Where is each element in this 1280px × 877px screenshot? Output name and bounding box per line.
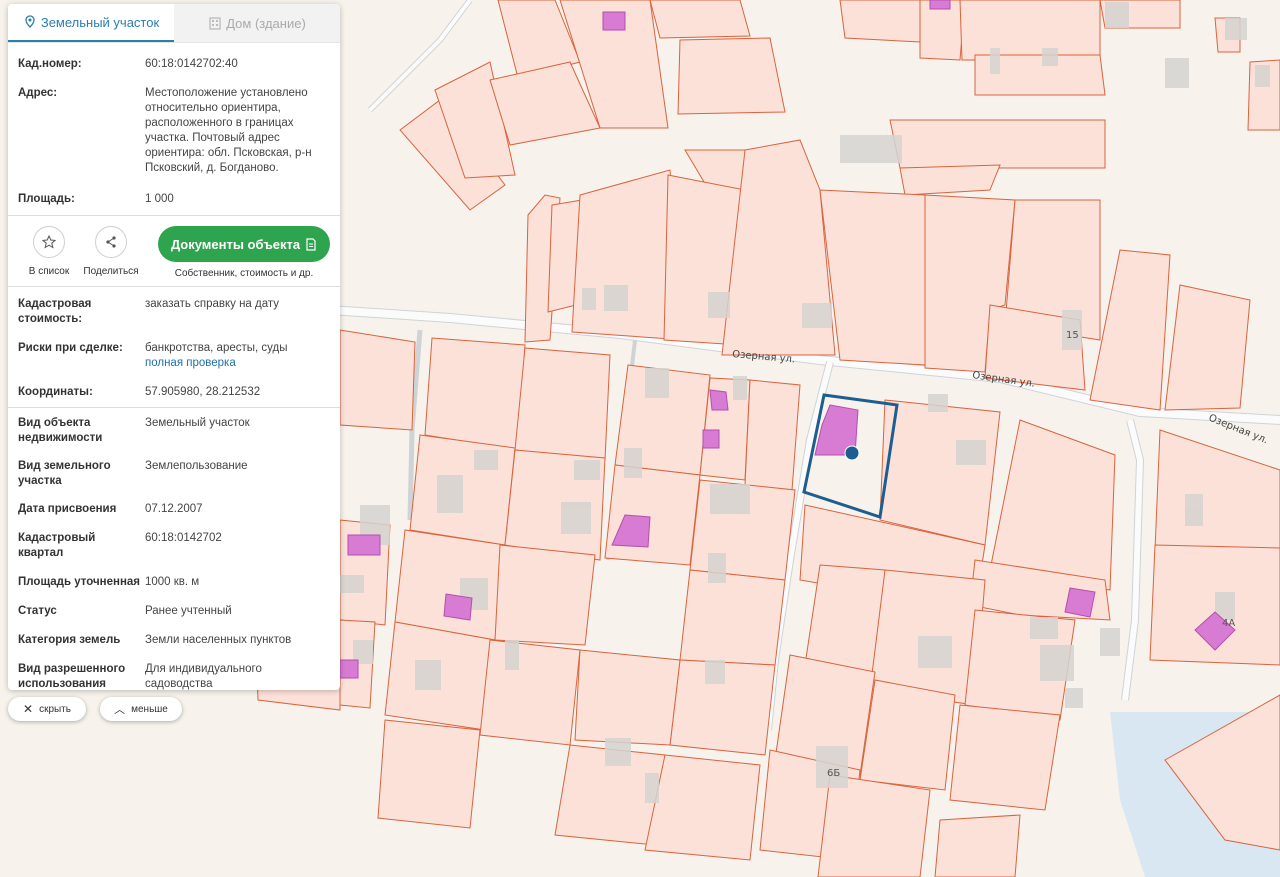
object-documents-label: Документы объекта <box>170 236 301 252</box>
parcel-marker[interactable] <box>844 445 860 461</box>
property-row: Категория земель Земли населенных пункто… <box>8 633 340 648</box>
property-label: Статус <box>18 605 57 617</box>
cadastral-cost-row: Кадастровая стоимость: заказать справку … <box>8 297 340 327</box>
field-label: Кадастровая стоимость: <box>18 298 92 325</box>
action-bar: В список Поделиться Документы объекта Со… <box>8 216 340 286</box>
object-documents-button[interactable]: Документы объекта <box>158 226 330 262</box>
property-label: Кадастровый квартал <box>18 532 96 559</box>
field-label: Площадь: <box>18 193 75 205</box>
less-label: меньше <box>131 703 168 715</box>
document-icon <box>306 237 316 251</box>
property-value: Земли населенных пунктов <box>145 634 292 646</box>
tab-building[interactable]: Дом (здание) <box>174 4 340 42</box>
property-value: Землепользование <box>145 460 248 472</box>
property-row: Статус Ранее учтенный <box>8 604 340 619</box>
risks-row: Риски при сделке: банкротства, аресты, с… <box>8 341 340 371</box>
property-label: Категория земель <box>18 634 121 646</box>
chevron-up-icon: ︿ <box>114 704 126 716</box>
coordinates-row: Координаты: 57.905980, 28.212532 <box>8 385 340 400</box>
tab-label: Дом (здание) <box>226 15 306 31</box>
star-icon <box>42 235 56 249</box>
parcel-info-panel: Земельный участок Дом (здание) Кад.номер… <box>8 4 340 690</box>
share-label: Поделиться <box>83 266 139 277</box>
building-icon <box>209 17 221 30</box>
close-icon: ✕ <box>23 702 34 716</box>
property-value: Земельный участок <box>145 417 250 429</box>
property-row: Вид разрешенного использования Для индив… <box>8 662 340 690</box>
area-row: Площадь: 1 000 <box>8 192 340 207</box>
share-icon <box>106 236 116 248</box>
property-label: Вид объекта недвижимости <box>18 417 103 444</box>
property-row: Вид земельного участка Землепользование <box>8 459 340 489</box>
coordinates-value: 57.905980, 28.212532 <box>145 386 261 398</box>
property-row: Кадастровый квартал 60:18:0142702 <box>8 531 340 561</box>
field-label: Координаты: <box>18 386 93 398</box>
documents-subtitle: Собственник, стоимость и др. <box>174 268 314 279</box>
tab-land-plot[interactable]: Земельный участок <box>8 4 174 42</box>
cadastral-number-link[interactable]: 60:18:0142702:40 <box>145 57 330 72</box>
property-row: Дата присвоения 07.12.2007 <box>8 502 340 517</box>
property-value: Ранее учтенный <box>145 605 232 617</box>
add-to-list-label: В список <box>28 266 70 277</box>
add-to-list-button[interactable]: В список <box>18 226 80 277</box>
order-certificate-link[interactable]: заказать справку на дату <box>145 297 330 327</box>
field-label: Риски при сделке: <box>18 342 123 354</box>
property-label: Вид земельного участка <box>18 460 111 487</box>
property-value: Для индивидуального садоводства <box>145 663 262 690</box>
hide-button[interactable]: ✕ скрыть <box>8 697 86 721</box>
area-value: 1 000 <box>145 193 174 205</box>
field-label: Кад.номер: <box>18 58 82 70</box>
share-button[interactable]: Поделиться <box>80 226 142 277</box>
address-value: Местоположение установлено относительно … <box>145 87 312 174</box>
property-row: Площадь уточненная 1000 кв. м <box>8 575 340 590</box>
field-label: Адрес: <box>18 87 58 99</box>
tab-bar: Земельный участок Дом (здание) <box>8 4 340 43</box>
property-label: Вид разрешенного использования <box>18 663 126 690</box>
hide-label: скрыть <box>39 703 71 715</box>
property-value: 07.12.2007 <box>145 503 203 515</box>
risks-value: банкротства, аресты, суды <box>145 342 288 354</box>
less-button[interactable]: ︿ меньше <box>100 697 182 721</box>
location-pin-icon <box>25 15 35 28</box>
tab-label: Земельный участок <box>40 14 160 30</box>
property-label: Площадь уточненная <box>18 576 141 588</box>
full-check-link[interactable]: полная проверка <box>145 356 330 371</box>
house-number: 15 <box>1066 330 1079 341</box>
property-label: Дата присвоения <box>18 503 117 515</box>
property-row: Вид объекта недвижимости Земельный участ… <box>8 416 340 446</box>
house-number: 6Б <box>827 768 840 779</box>
house-number: 4А <box>1222 618 1235 629</box>
property-value: 60:18:0142702 <box>145 532 222 544</box>
property-value: 1000 кв. м <box>145 576 200 588</box>
cadastral-number-row: Кад.номер: 60:18:0142702:40 <box>8 57 340 72</box>
address-row: Адрес: Местоположение установлено относи… <box>8 86 340 176</box>
